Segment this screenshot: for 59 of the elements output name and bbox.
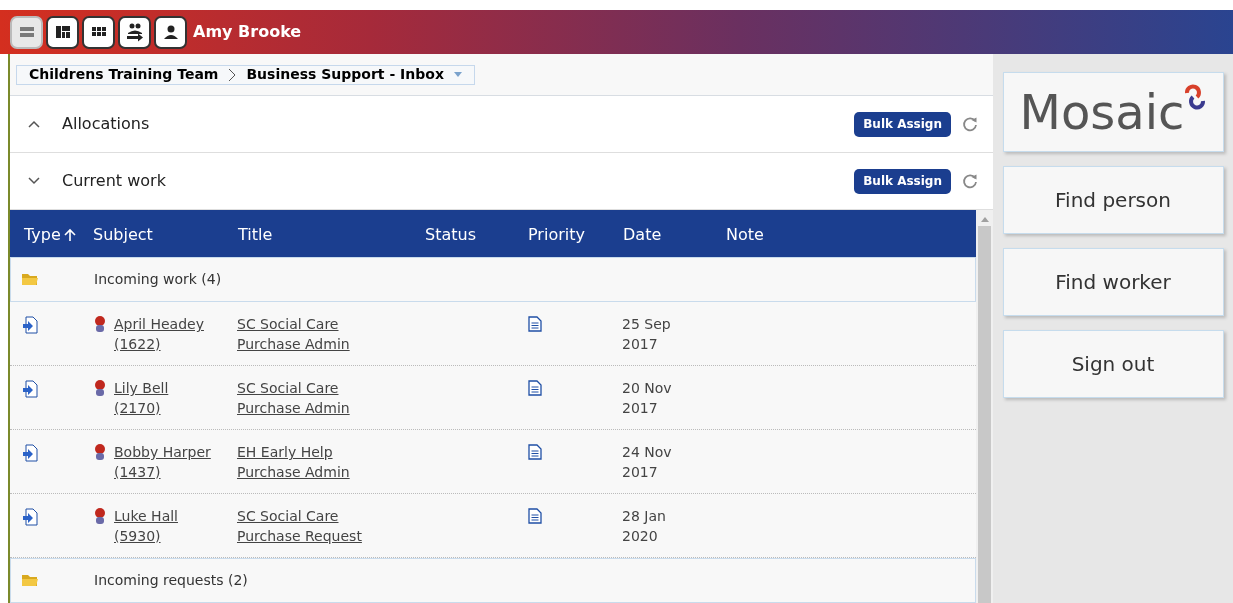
- document-arrow-icon: [22, 316, 38, 334]
- section-header[interactable]: Allocations Bulk Assign: [10, 96, 993, 153]
- refresh-icon[interactable]: [961, 172, 979, 190]
- sidebar-button[interactable]: Sign out: [1002, 330, 1224, 398]
- date-cell-text: 28 Jan 2020: [622, 507, 666, 546]
- person-icon: [94, 507, 106, 525]
- document-arrow-icon: [22, 508, 38, 526]
- title-link[interactable]: SC Social Care Purchase Admin: [237, 378, 350, 418]
- person-icon: [94, 315, 106, 333]
- sidebar-button[interactable]: Find worker: [1002, 248, 1224, 316]
- document-icon: [528, 444, 542, 460]
- title-link[interactable]: SC Social Care Purchase Admin: [237, 314, 350, 354]
- breadcrumb-item[interactable]: Business Support - Inbox: [246, 64, 444, 85]
- layout-icon[interactable]: [46, 15, 79, 49]
- group-row[interactable]: Incoming work (4): [10, 257, 976, 302]
- date-cell-text: 25 Sep 2017: [622, 315, 671, 354]
- bulk-assign-button[interactable]: Bulk Assign: [854, 168, 951, 194]
- section-title: Allocations: [62, 113, 151, 135]
- subject-link[interactable]: Bobby Harper (1437): [114, 442, 211, 482]
- column-header[interactable]: Priority: [528, 223, 585, 247]
- column-header[interactable]: Status: [425, 223, 476, 247]
- breadcrumb-item[interactable]: Childrens Training Team: [29, 64, 219, 85]
- person-icon: [94, 379, 106, 397]
- column-header[interactable]: Note: [726, 223, 764, 247]
- section-title: Current work: [62, 170, 167, 192]
- title-link[interactable]: SC Social Care Purchase Request: [237, 506, 362, 546]
- folder-icon: [21, 573, 39, 587]
- group-row[interactable]: Incoming requests (2): [10, 558, 976, 603]
- sidebar-button[interactable]: Find person: [1002, 166, 1224, 234]
- menu-icon[interactable]: [10, 15, 43, 49]
- group-label: Incoming requests (2): [94, 571, 248, 590]
- section-header[interactable]: Current work Bulk Assign: [10, 153, 993, 210]
- refresh-icon[interactable]: [961, 115, 979, 133]
- user-name: Amy Brooke: [193, 21, 302, 43]
- document-arrow-icon: [22, 380, 38, 398]
- scroll-thumb[interactable]: [978, 226, 991, 603]
- logo-mark-icon: [1182, 83, 1207, 111]
- person-icon: [94, 443, 106, 461]
- document-icon: [528, 508, 542, 524]
- group-label: Incoming work (4): [94, 270, 222, 289]
- grid-icon[interactable]: [82, 15, 115, 49]
- folder-icon: [21, 272, 39, 286]
- subject-link[interactable]: Luke Hall (5930): [114, 506, 178, 546]
- person-icon[interactable]: [154, 15, 187, 49]
- bulk-assign-button[interactable]: Bulk Assign: [854, 111, 951, 137]
- logo-text: Mosaic: [1019, 88, 1185, 136]
- document-icon: [528, 380, 542, 396]
- subject-link[interactable]: April Headey (1622): [114, 314, 204, 354]
- column-header[interactable]: Title: [238, 223, 273, 247]
- subject-link[interactable]: Lily Bell (2170): [114, 378, 169, 418]
- title-link[interactable]: EH Early Help Purchase Admin: [237, 442, 350, 482]
- column-header[interactable]: Subject: [93, 223, 153, 247]
- document-icon: [528, 316, 542, 332]
- column-header[interactable]: Type: [24, 223, 76, 247]
- breadcrumb-separator-icon: [228, 67, 237, 82]
- date-cell-text: 24 Nov 2017: [622, 443, 672, 482]
- column-header[interactable]: Date: [623, 223, 662, 247]
- document-arrow-icon: [22, 444, 38, 462]
- date-cell-text: 20 Nov 2017: [622, 379, 672, 418]
